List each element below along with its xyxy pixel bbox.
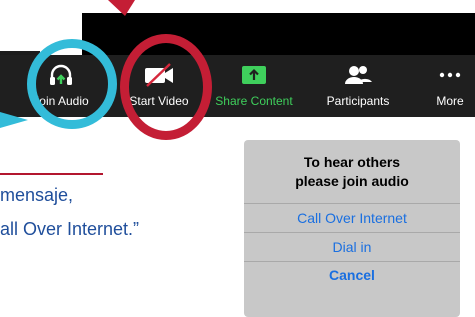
top-black-bar: [82, 13, 475, 55]
video-off-icon: [127, 58, 191, 92]
red-divider: [0, 173, 103, 175]
more-label: More: [436, 94, 464, 108]
share-content-label: Share Content: [215, 94, 293, 108]
participants-icon: [317, 58, 399, 92]
share-screen-icon: [207, 58, 301, 92]
dialog-title: To hear others please join audio: [295, 153, 409, 189]
start-video-button[interactable]: Start Video: [127, 58, 191, 108]
annotation-text-line-1: mensaje,: [0, 185, 74, 205]
headphones-icon: [30, 58, 92, 92]
join-audio-dialog: To hear others please join audio Call Ov…: [244, 140, 460, 317]
participants-button[interactable]: Participants: [317, 58, 399, 108]
start-video-label: Start Video: [129, 94, 189, 108]
annotation-text-line-2: all Over Internet.”: [0, 219, 140, 239]
join-audio-label: Join Audio: [33, 94, 89, 108]
dial-in-button[interactable]: Dial in: [244, 232, 460, 261]
join-audio-button[interactable]: Join Audio: [30, 58, 92, 108]
more-icon: [430, 58, 470, 92]
more-button[interactable]: More: [430, 58, 470, 108]
share-content-button[interactable]: Share Content: [207, 58, 301, 108]
participants-label: Participants: [326, 94, 390, 108]
cancel-button[interactable]: Cancel: [244, 261, 460, 288]
call-over-internet-button[interactable]: Call Over Internet: [244, 203, 460, 232]
